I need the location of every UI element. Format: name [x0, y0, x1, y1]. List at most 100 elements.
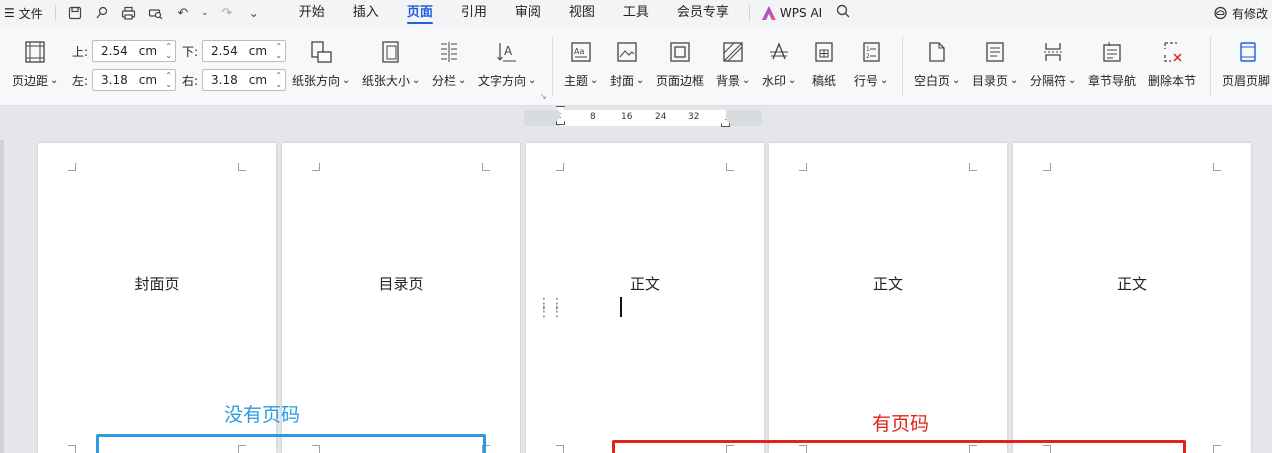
dialog-launcher-icon[interactable]: ↘ — [540, 92, 547, 101]
watermark-button[interactable]: 水印 — [762, 40, 796, 89]
ribbon-tabs: 开始 插入 页面 引用 审阅 视图 工具 会员专享 — [285, 0, 743, 26]
toc-page-icon — [983, 40, 1007, 64]
margin-corner-mark — [799, 163, 807, 171]
background-button[interactable]: 背景 — [716, 40, 750, 89]
margins-button[interactable]: 页边距 — [12, 40, 58, 89]
wps-ai-button[interactable]: WPS AI — [761, 6, 823, 20]
left-margin-unit: cm — [138, 73, 158, 87]
cover-button[interactable]: 封面 — [610, 40, 644, 89]
margin-corner-mark — [68, 445, 76, 453]
tab-home[interactable]: 开始 — [285, 0, 339, 26]
manuscript-button[interactable]: 稿纸 — [812, 40, 836, 89]
orientation-button[interactable]: 纸张方向 — [292, 40, 350, 89]
left-margin-group: 左: 3.18 cm ⌃ ⌄ — [72, 69, 177, 91]
horizontal-ruler[interactable]: 8 16 24 32 — [524, 106, 762, 127]
left-margin-stepper[interactable]: ⌃ ⌄ — [165, 71, 172, 89]
tab-references[interactable]: 引用 — [447, 0, 501, 26]
delete-section-button[interactable]: 删除本节 — [1148, 40, 1196, 89]
tab-view[interactable]: 视图 — [555, 0, 609, 26]
top-margin-stepper[interactable]: ⌃ ⌄ — [165, 42, 172, 60]
undo-icon[interactable]: ↶ — [174, 4, 192, 22]
top-margin-value: 2.54 — [101, 44, 128, 58]
blank-page-icon — [925, 40, 949, 64]
line-number-button[interactable]: 12 行号 — [854, 40, 888, 89]
page-toc[interactable]: 目录页 — [282, 143, 520, 453]
page-orientation-icon — [309, 40, 333, 64]
more-dropdown-icon[interactable]: ⌄ — [245, 4, 263, 22]
undo-dropdown-icon[interactable]: ⌄ — [201, 4, 209, 22]
print-icon[interactable] — [120, 4, 138, 22]
page-body-2[interactable]: 正文 — [769, 143, 1007, 453]
chapter-nav-label: 章节导航 — [1088, 74, 1137, 88]
svg-text:2: 2 — [866, 53, 870, 60]
separator-button[interactable]: 分隔符 — [1030, 40, 1076, 89]
format-painter-icon[interactable] — [93, 4, 111, 22]
search-icon[interactable] — [836, 4, 850, 22]
page-body-3[interactable]: 正文 — [1013, 143, 1251, 453]
separator-label: 分隔符 — [1030, 72, 1076, 89]
watermark-label: 水印 — [762, 72, 796, 89]
columns-label: 分栏 — [432, 72, 466, 89]
hamburger-icon: ☰ — [4, 6, 15, 20]
divider — [748, 5, 750, 21]
text-direction-icon: A — [495, 40, 519, 64]
redo-icon[interactable]: ↷ — [218, 4, 236, 22]
has-page-number-highlight-box — [612, 440, 1186, 453]
right-margin-input[interactable]: 3.18 cm ⌃ ⌄ — [202, 69, 287, 91]
margin-corner-mark — [1043, 163, 1051, 171]
file-menu[interactable]: ☰ 文件 — [0, 5, 49, 22]
tab-tools[interactable]: 工具 — [609, 0, 663, 26]
print-preview-icon[interactable] — [147, 4, 165, 22]
line-number-icon: 12 — [859, 40, 883, 64]
ruler-tick: 8 — [590, 112, 596, 122]
paper-size-button[interactable]: 纸张大小 — [362, 40, 420, 89]
cloud-sync-icon — [1214, 6, 1227, 20]
top-margin-group: 上: 2.54 cm ⌃ ⌄ — [72, 40, 177, 62]
page-text: 正文 — [1116, 275, 1147, 293]
columns-icon — [437, 40, 461, 64]
text-direction-label: 文字方向 — [478, 72, 536, 89]
margin-corner-mark — [556, 163, 564, 171]
divider — [902, 36, 903, 96]
tab-page[interactable]: 页面 — [393, 0, 447, 26]
tab-insert[interactable]: 插入 — [339, 0, 393, 26]
bottom-margin-input[interactable]: 2.54 cm ⌃ ⌄ — [202, 40, 287, 62]
divider — [552, 36, 553, 96]
top-margin-input[interactable]: 2.54 cm ⌃ ⌄ — [92, 40, 177, 62]
header-footer-button[interactable]: 页眉页脚 — [1222, 40, 1270, 89]
text-direction-button[interactable]: A 文字方向 — [478, 40, 536, 89]
left-scroll-edge — [0, 140, 4, 453]
drag-handle-icon[interactable]: ⋮⋮ ⋮⋮ — [537, 297, 564, 319]
right-margin-stepper[interactable]: ⌃ ⌄ — [275, 71, 282, 89]
bottom-margin-stepper[interactable]: ⌃ ⌄ — [275, 42, 282, 60]
right-margin-label: 右: — [182, 73, 199, 88]
menu-bar: ☰ 文件 ↶ ⌄ ↷ ⌄ 开始 插入 页面 引用 审阅 视图 工具 会员专享 W… — [0, 0, 1272, 26]
delete-section-icon — [1160, 40, 1184, 64]
header-footer-icon — [1236, 40, 1260, 64]
columns-button[interactable]: 分栏 — [432, 40, 466, 89]
blank-page-button[interactable]: 空白页 — [914, 40, 960, 89]
right-margin-group: 右: 3.18 cm ⌃ ⌄ — [182, 69, 287, 91]
ruler-text-area — [560, 110, 726, 126]
left-margin-input[interactable]: 3.18 cm ⌃ ⌄ — [92, 69, 177, 91]
file-menu-label: 文件 — [18, 6, 43, 21]
tab-member[interactable]: 会员专享 — [663, 0, 743, 26]
top-margin-unit: cm — [138, 44, 158, 58]
divider — [1210, 36, 1211, 96]
no-page-number-annotation: 没有页码 — [224, 404, 301, 426]
margin-corner-mark — [1213, 163, 1221, 171]
wps-ai-label: WPS AI — [779, 6, 823, 20]
watermark-icon — [767, 40, 791, 64]
chapter-nav-button[interactable]: 章节导航 — [1088, 40, 1136, 89]
modified-status[interactable]: 有修改 — [1213, 0, 1268, 26]
background-label: 背景 — [716, 72, 750, 89]
toc-page-button[interactable]: 目录页 — [972, 40, 1018, 89]
left-margin-label: 左: — [72, 73, 89, 88]
tab-review[interactable]: 审阅 — [501, 0, 555, 26]
page-text: 目录页 — [378, 275, 424, 293]
theme-button[interactable]: Aa 主题 — [564, 40, 598, 89]
save-icon[interactable] — [66, 4, 84, 22]
page-border-button[interactable]: 页面边框 — [656, 40, 704, 89]
has-page-number-annotation: 有页码 — [872, 413, 930, 435]
paper-size-label: 纸张大小 — [362, 72, 420, 89]
